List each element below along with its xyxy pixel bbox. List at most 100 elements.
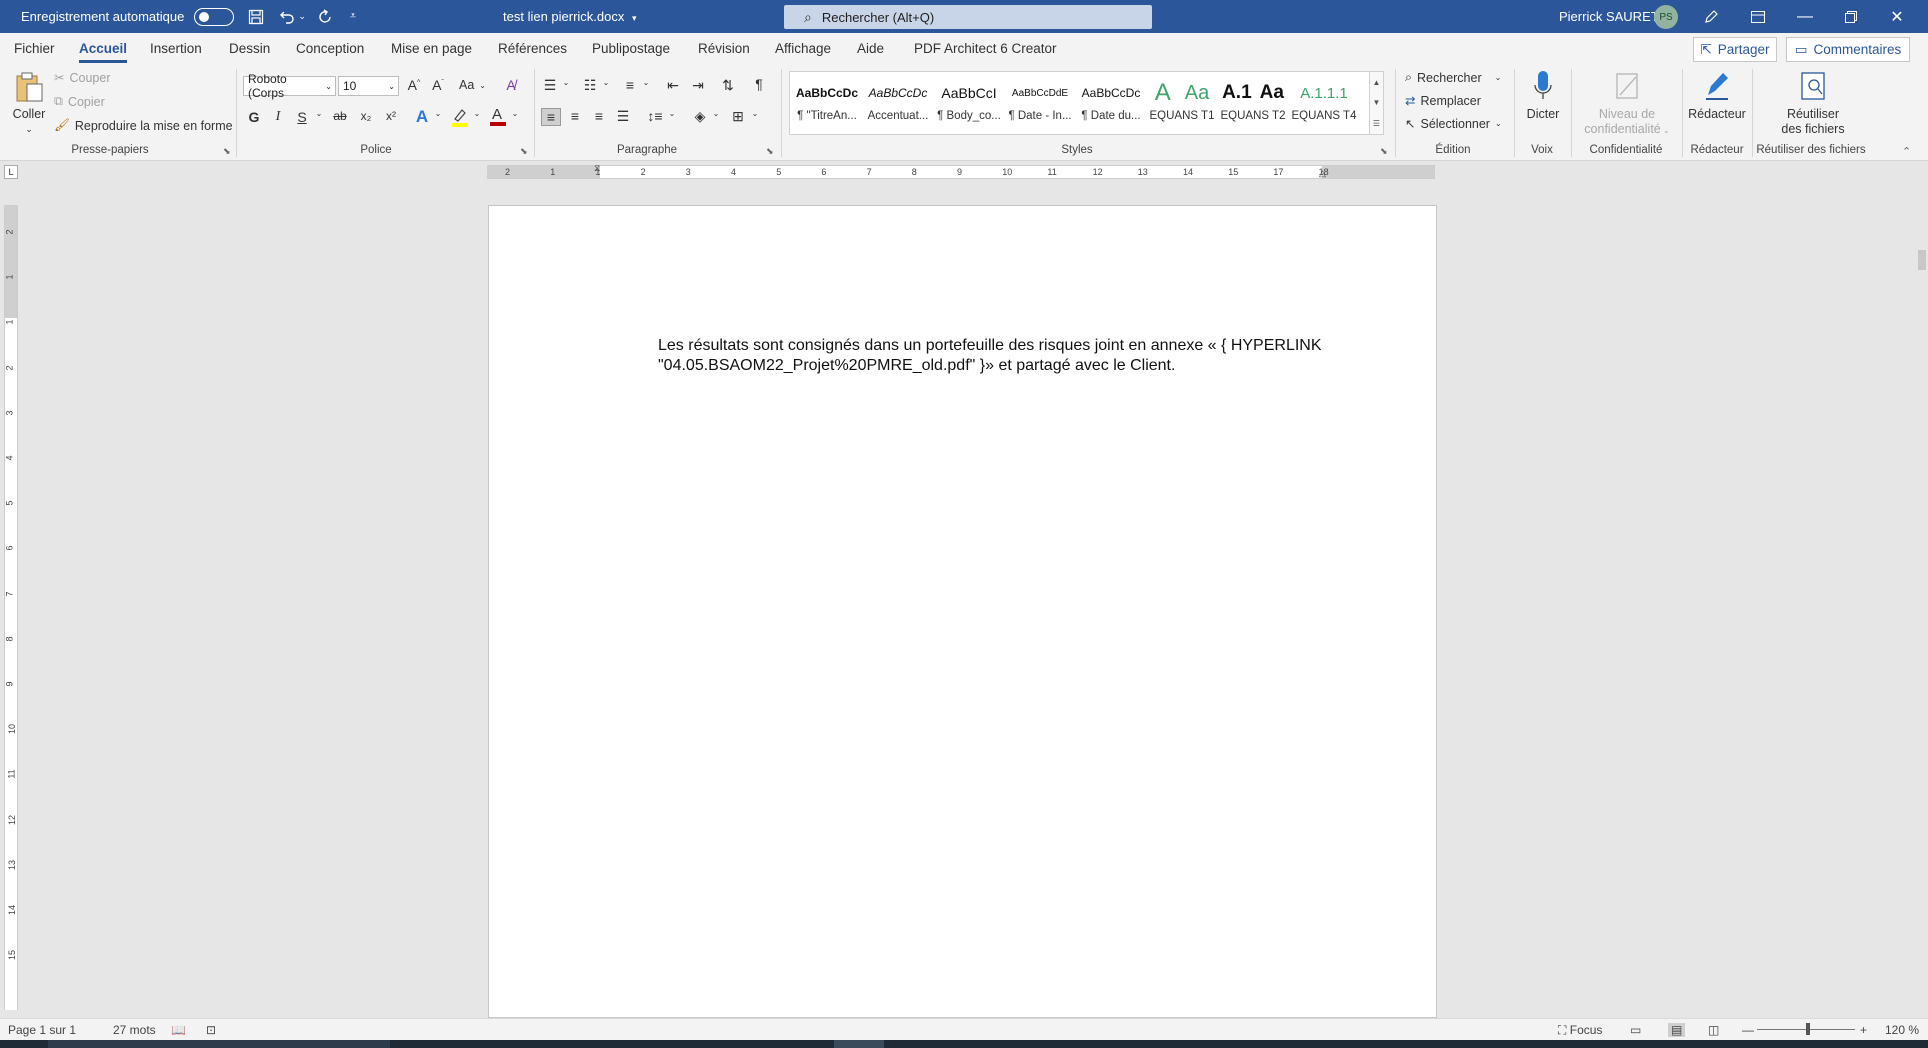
clear-formatting-icon[interactable]: A̸	[501, 77, 521, 93]
restore-icon[interactable]	[1828, 0, 1874, 33]
align-left-icon[interactable]: ≡	[541, 108, 561, 126]
styles-launcher-icon[interactable]: ⬊	[1380, 146, 1388, 157]
chevron-down-icon[interactable]: ⌄	[428, 109, 448, 118]
document-title[interactable]: test lien pierrick.docx ▾	[503, 9, 637, 24]
document-paragraph[interactable]: Les résultats sont consignés dans un por…	[658, 336, 1328, 376]
font-launcher-icon[interactable]: ⬊	[520, 146, 528, 157]
paragraph-launcher-icon[interactable]: ⬊	[766, 146, 774, 157]
clipboard-launcher-icon[interactable]: ⬊	[223, 146, 231, 157]
web-layout-icon[interactable]: ◫	[1708, 1023, 1719, 1037]
styles-gallery-scroll[interactable]: ▲ ▼ ☰	[1370, 71, 1384, 135]
tab-dessin[interactable]: Dessin	[229, 41, 270, 56]
scroll-up-icon[interactable]: ▲	[1373, 78, 1381, 87]
tab-accueil[interactable]: Accueil	[79, 41, 128, 63]
horizontal-ruler[interactable]: 2 1 1 2 3 4 5 6 7 8 9 10 11 12 13 14 15 17 18 ⧖ △	[487, 163, 1435, 179]
minimize-icon[interactable]: —	[1782, 0, 1828, 33]
change-case-button[interactable]: Aa ⌄	[459, 78, 486, 92]
dictate-button[interactable]: Dicter	[1521, 69, 1565, 122]
share-button[interactable]: ⇱ Partager	[1693, 37, 1777, 62]
style-item[interactable]: A.1.1.1 EQUANS T4	[1289, 72, 1359, 134]
tab-selector[interactable]: L	[4, 165, 18, 179]
style-item[interactable]: AaBbCcDc ¶ Date du...	[1076, 72, 1146, 134]
justify-icon[interactable]: ☰	[613, 108, 633, 125]
grow-font-icon[interactable]: A^	[404, 77, 424, 93]
chevron-down-icon[interactable]: ⌄	[467, 109, 487, 118]
show-formatting-icon[interactable]: ¶	[749, 76, 769, 92]
italic-button[interactable]: I	[268, 109, 288, 125]
zoom-level[interactable]: 120 %	[1885, 1023, 1919, 1037]
style-item[interactable]: AaBbCcDc Accentuat...	[863, 72, 933, 134]
align-right-icon[interactable]: ≡	[589, 108, 609, 124]
collapse-ribbon-icon[interactable]: ⌃	[1902, 145, 1911, 158]
search-box[interactable]: ⌕ Rechercher (Alt+Q)	[784, 5, 1152, 29]
ribbon-display-icon[interactable]	[1735, 0, 1781, 33]
close-icon[interactable]: ✕	[1874, 0, 1920, 33]
taskbar-item[interactable]	[834, 1040, 884, 1048]
underline-dropdown-icon[interactable]: ⌄	[309, 109, 329, 118]
style-item[interactable]: AaBbCcI ¶ Body_co...	[934, 72, 1004, 134]
print-layout-icon[interactable]: ▤	[1668, 1023, 1686, 1037]
tab-affichage[interactable]: Affichage	[775, 41, 831, 56]
sensitivity-button[interactable]: Niveau de confidentialité ⌄	[1577, 69, 1677, 138]
subscript-button[interactable]: x₂	[356, 109, 376, 123]
tab-mise-en-page[interactable]: Mise en page	[391, 41, 472, 56]
chevron-down-icon[interactable]: ⌄	[636, 78, 656, 87]
tab-aide[interactable]: Aide	[857, 41, 884, 56]
indent-marker-icon[interactable]: ⧖	[594, 163, 600, 174]
chevron-down-icon[interactable]: ⌄	[662, 109, 682, 118]
chevron-down-icon[interactable]: ⌄	[745, 109, 765, 118]
paste-button[interactable]: Coller ⌄	[10, 71, 48, 137]
chevron-down-icon[interactable]: ⌄	[556, 78, 576, 87]
shrink-font-icon[interactable]: Aˇ	[428, 77, 448, 93]
sort-icon[interactable]: ⇅	[718, 77, 738, 94]
increase-indent-icon[interactable]: ⇥	[688, 77, 708, 94]
style-item[interactable]: AaBbCcDc ¶ "TitreAn...	[792, 72, 862, 134]
user-name[interactable]: Pierrick SAURET	[1559, 9, 1659, 24]
taskbar-item[interactable]	[48, 1040, 390, 1048]
tab-publipostage[interactable]: Publipostage	[592, 41, 670, 56]
more-styles-icon[interactable]: ☰	[1373, 119, 1380, 128]
save-icon[interactable]	[248, 0, 264, 33]
chevron-down-icon[interactable]: ⌄	[505, 109, 525, 118]
comments-button[interactable]: ▭ Commentaires	[1786, 37, 1910, 62]
read-mode-icon[interactable]: ▭	[1630, 1023, 1641, 1037]
format-painter-button[interactable]: 🖌 Reproduire la mise en forme	[54, 118, 233, 133]
page-count[interactable]: Page 1 sur 1	[8, 1023, 76, 1037]
tab-insertion[interactable]: Insertion	[150, 41, 202, 56]
align-center-icon[interactable]: ≡	[565, 108, 585, 124]
vertical-scrollbar-thumb[interactable]	[1918, 250, 1926, 270]
font-size-select[interactable]: 10 ⌄	[338, 76, 399, 96]
scroll-down-icon[interactable]: ▼	[1373, 98, 1381, 107]
redo-icon[interactable]	[318, 0, 334, 33]
tab-fichier[interactable]: Fichier	[14, 41, 55, 56]
vertical-ruler[interactable]: 2 1 1 2 3 4 5 6 7 8 9 10 11 12 13 14 15	[4, 205, 18, 1010]
pen-icon[interactable]	[1688, 0, 1734, 33]
font-name-select[interactable]: Roboto (Corps ⌄	[243, 72, 336, 100]
strikethrough-button[interactable]: ab	[330, 109, 350, 123]
select-button[interactable]: ↖ Sélectionner ⌄	[1405, 116, 1502, 132]
proofing-icon[interactable]: 📖	[171, 1023, 186, 1037]
bold-button[interactable]: G	[244, 109, 264, 125]
zoom-in-icon[interactable]: +	[1860, 1023, 1867, 1037]
superscript-button[interactable]: x²	[381, 109, 401, 123]
chevron-down-icon[interactable]: ⌄	[706, 109, 726, 118]
style-item[interactable]: AaBbCcDdE ¶ Date - In...	[1005, 72, 1075, 134]
copy-button[interactable]: ⧉ Copier	[54, 94, 105, 109]
undo-dropdown-icon[interactable]: ⌄	[298, 0, 306, 33]
avatar[interactable]: PS	[1654, 5, 1678, 29]
customize-qat-icon[interactable]: ⩡	[350, 0, 356, 33]
undo-icon[interactable]	[278, 0, 296, 33]
document-page[interactable]: Les résultats sont consignés dans un por…	[488, 205, 1437, 1018]
editor-button[interactable]: Rédacteur	[1686, 69, 1748, 122]
reuse-files-button[interactable]: Réutiliser des fichiers	[1764, 69, 1862, 137]
decrease-indent-icon[interactable]: ⇤	[663, 77, 683, 94]
right-indent-marker-icon[interactable]: △	[1319, 168, 1326, 179]
zoom-out-icon[interactable]: —	[1742, 1023, 1754, 1037]
cut-button[interactable]: ✂ Couper	[54, 70, 110, 86]
chevron-down-icon[interactable]: ⌄	[596, 78, 616, 87]
focus-button[interactable]: ⛶ Focus	[1558, 1023, 1602, 1038]
zoom-slider-thumb[interactable]	[1806, 1023, 1810, 1035]
word-count[interactable]: 27 mots	[113, 1023, 156, 1037]
tab-conception[interactable]: Conception	[296, 41, 364, 56]
tab-pdf-architect[interactable]: PDF Architect 6 Creator	[914, 41, 1057, 56]
